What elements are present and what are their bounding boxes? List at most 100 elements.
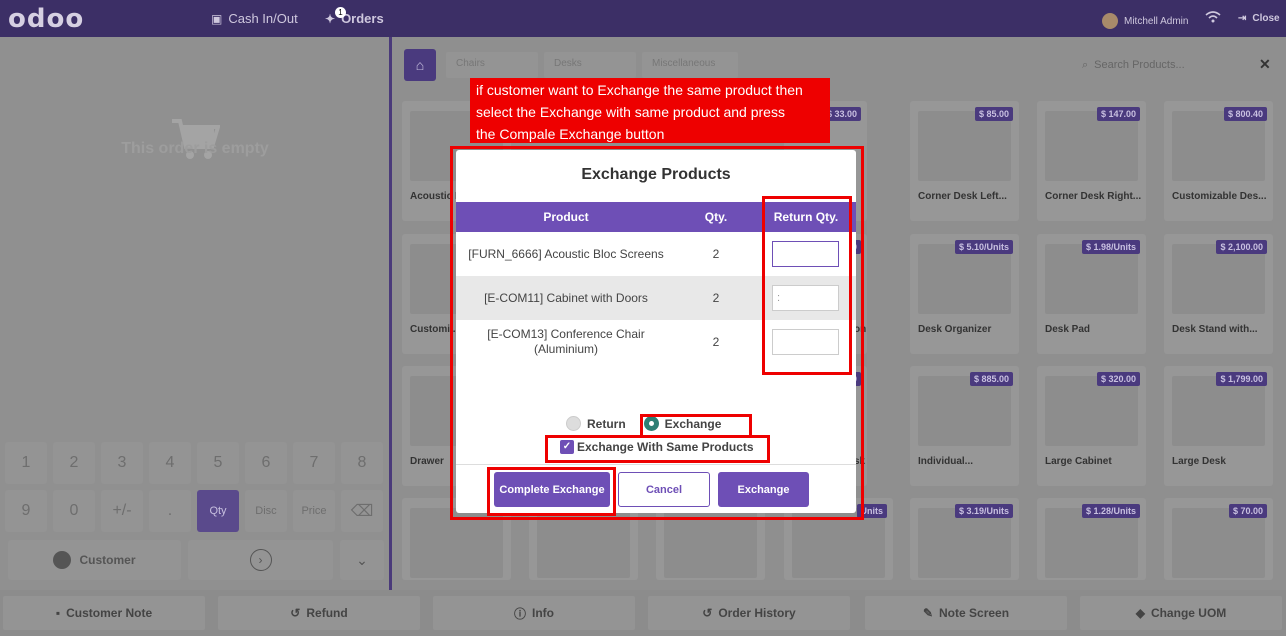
search-input[interactable]: ⌕ Search Products... — [1082, 54, 1277, 76]
table-row: [E-COM11] Cabinet with Doors 2 — [456, 276, 856, 320]
close-button[interactable]: ⇥ Close — [1238, 13, 1280, 24]
category-tab-desks[interactable]: Desks — [544, 52, 636, 78]
price-mode-button[interactable]: Price — [293, 490, 335, 532]
exchange-products-dialog: Exchange Products Product Qty. Return Qt… — [456, 150, 856, 513]
home-category-button[interactable]: ⌂ — [404, 49, 436, 81]
numkey-5[interactable]: 5 — [197, 442, 239, 484]
numkey-8[interactable]: 8 — [341, 442, 383, 484]
product-card[interactable]: $ 320.00 Large Cabinet — [1037, 366, 1146, 486]
customer-note-button[interactable]: ▪ Customer Note — [3, 596, 205, 630]
order-history-label: Order History — [718, 606, 796, 620]
same-products-option[interactable]: ✓ Exchange With Same Products — [560, 440, 754, 454]
refund-label: Refund — [306, 606, 348, 620]
numkey-4[interactable]: 4 — [149, 442, 191, 484]
exchange-button[interactable]: Exchange — [718, 472, 809, 507]
cash-in-out-button[interactable]: ▣ Cash In/Out — [211, 11, 298, 26]
refund-button[interactable]: ↺ Refund — [218, 596, 420, 630]
exit-icon: ⇥ — [1238, 13, 1247, 24]
product-price: $ 147.00 — [1096, 107, 1140, 121]
same-products-label: Exchange With Same Products — [577, 440, 754, 454]
odoo-logo: odoo — [8, 4, 85, 34]
return-radio-label: Return — [587, 416, 626, 431]
numkey-plus-minus[interactable]: +/- — [101, 490, 143, 532]
product-card[interactable]: $ 85.00 Corner Desk Left... — [910, 101, 1019, 221]
numkey-1[interactable]: 1 — [5, 442, 47, 484]
exchange-radio[interactable] — [643, 416, 659, 431]
product-card[interactable]: $ 70.00 — [1164, 498, 1273, 580]
backspace-button[interactable]: ⌫ — [341, 490, 383, 532]
product-name: Drawer — [410, 456, 444, 467]
more-button[interactable]: ⌄ — [340, 540, 384, 580]
mode-radio-group: Return Exchange — [566, 416, 721, 431]
disc-mode-button[interactable]: Disc — [245, 490, 287, 532]
product-card[interactable]: $ 1.28/Units — [1037, 498, 1146, 580]
product-price: $ 5.10/Units — [954, 240, 1013, 254]
product-card[interactable]: $ 1,799.00 Large Desk — [1164, 366, 1273, 486]
dialog-footer-divider — [456, 464, 856, 465]
numkey-6[interactable]: 6 — [245, 442, 287, 484]
info-button[interactable]: ⓘ Info — [433, 596, 635, 630]
customer-note-label: Customer Note — [66, 606, 153, 620]
col-product: Product — [543, 210, 589, 224]
order-history-button[interactable]: ↺ Order History — [648, 596, 850, 630]
product-image — [1045, 111, 1138, 181]
info-label: Info — [532, 606, 554, 620]
numkey-7[interactable]: 7 — [293, 442, 335, 484]
numkey-0[interactable]: 0 — [53, 490, 95, 532]
numkey-3[interactable]: 3 — [101, 442, 143, 484]
product-card[interactable]: $ 885.00 Individual... — [910, 366, 1019, 486]
product-price: $ 1.28/Units — [1081, 504, 1140, 518]
clear-search-icon[interactable]: ✕ — [1259, 56, 1271, 73]
product-card[interactable]: $ 2,100.00 Desk Stand with... — [1164, 234, 1273, 354]
next-button[interactable]: › — [188, 540, 333, 580]
category-tab-miscellaneous[interactable]: Miscellaneous — [642, 52, 738, 78]
category-tab-chairs[interactable]: Chairs — [446, 52, 538, 78]
chevron-down-icon: ⌄ — [356, 551, 368, 568]
home-icon: ⌂ — [415, 57, 425, 73]
return-qty-input[interactable] — [772, 329, 839, 355]
backspace-icon: ⌫ — [350, 503, 374, 520]
search-icon: ⌕ — [1082, 58, 1089, 71]
product-card[interactable]: $ 1.98/Units Desk Pad — [1037, 234, 1146, 354]
col-qty: Qty. — [704, 210, 728, 224]
edit-icon: ✎ — [922, 606, 934, 620]
product-card[interactable]: $ 800.40 Customizable Des... — [1164, 101, 1273, 221]
product-image — [918, 508, 1011, 578]
customer-button[interactable]: Customer — [8, 540, 181, 580]
cancel-button[interactable]: Cancel — [618, 472, 710, 507]
note-icon: ▪ — [55, 606, 61, 620]
product-name: Desk Pad — [1045, 324, 1091, 335]
tag-icon: ◆ — [1135, 606, 1145, 620]
product-image — [1172, 376, 1265, 446]
complete-exchange-button[interactable]: Complete Exchange — [494, 472, 610, 507]
return-qty-input[interactable] — [772, 241, 839, 267]
product-image — [1172, 244, 1265, 314]
return-radio[interactable] — [566, 416, 581, 431]
user-menu[interactable]: Mitchell Admin — [1102, 13, 1188, 29]
numkey-dot[interactable]: . — [149, 490, 191, 532]
orders-button[interactable]: ✦ Orders — [325, 11, 384, 26]
product-card[interactable]: $ 147.00 Corner Desk Right... — [1037, 101, 1146, 221]
orders-icon: ✦ — [325, 11, 336, 26]
numkey-9[interactable]: 9 — [5, 490, 47, 532]
numkey-2[interactable]: 2 — [53, 442, 95, 484]
note-screen-button[interactable]: ✎ Note Screen — [865, 596, 1067, 630]
return-qty-input[interactable] — [772, 285, 839, 311]
product-name: Customizable Des... — [1172, 191, 1267, 202]
row-qty: 2 — [712, 335, 720, 349]
qty-mode-button[interactable]: Qty — [197, 490, 239, 532]
note-screen-label: Note Screen — [939, 606, 1010, 620]
row-product: [E-COM13] Conference Chair (Aluminium) — [487, 327, 645, 356]
control-buttons-bar: ▪ Customer Note ↺ Refund ⓘ Info ↺ Order … — [0, 590, 1286, 636]
product-card[interactable]: $ 5.10/Units Desk Organizer — [910, 234, 1019, 354]
cash-in-out-label: Cash In/Out — [228, 11, 298, 26]
avatar — [1102, 13, 1118, 29]
checkmark-icon[interactable]: ✓ — [560, 440, 574, 454]
top-bar: odoo ▣ Cash In/Out ✦ Orders 1 Mitchell A… — [0, 0, 1286, 37]
product-price: $ 885.00 — [969, 372, 1013, 386]
product-image — [1172, 111, 1265, 181]
change-uom-button[interactable]: ◆ Change UOM — [1080, 596, 1282, 630]
product-card[interactable]: $ 3.19/Units — [910, 498, 1019, 580]
table-row: [E-COM13] Conference Chair (Aluminium) 2 — [456, 320, 856, 364]
product-image — [410, 508, 503, 578]
